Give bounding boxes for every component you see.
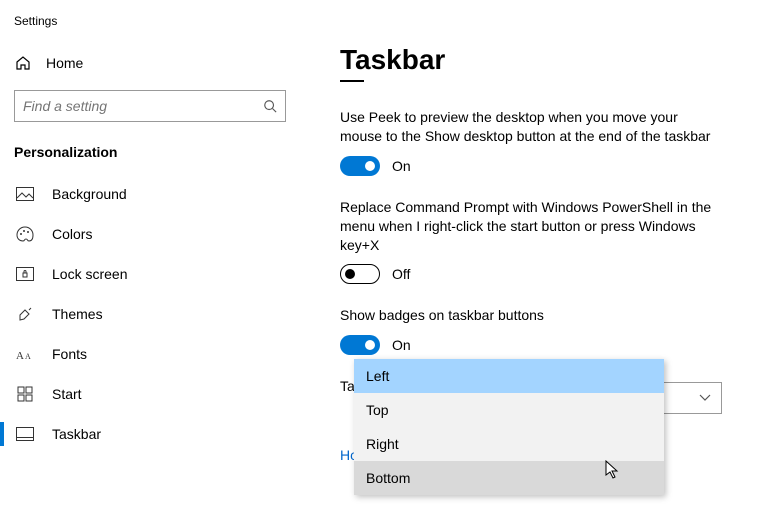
- page-title: Taskbar: [340, 44, 738, 76]
- sidebar-item-background[interactable]: Background: [0, 174, 300, 214]
- sidebar-item-fonts[interactable]: AA Fonts: [0, 334, 300, 374]
- image-icon: [16, 185, 34, 203]
- toggle-badges[interactable]: [340, 335, 380, 355]
- svg-text:A: A: [25, 352, 31, 361]
- sidebar-item-label: Themes: [52, 306, 103, 322]
- category-title: Personalization: [0, 138, 300, 174]
- setting-badges: Show badges on taskbar buttons On: [340, 306, 738, 355]
- sidebar-item-themes[interactable]: Themes: [0, 294, 300, 334]
- dropdown-option-right[interactable]: Right: [354, 427, 664, 461]
- setting-powershell: Replace Command Prompt with Windows Powe…: [340, 198, 738, 285]
- themes-icon: [16, 305, 34, 323]
- start-icon: [16, 385, 34, 403]
- search-icon: [263, 99, 277, 113]
- location-dropdown: Left Top Right Bottom: [354, 359, 664, 495]
- home-nav[interactable]: Home: [0, 46, 300, 80]
- setting-desc: Show badges on taskbar buttons: [340, 306, 720, 325]
- fonts-icon: AA: [16, 345, 34, 363]
- sidebar: Settings Home Personalization Background: [0, 0, 300, 523]
- sidebar-item-taskbar[interactable]: Taskbar: [0, 414, 300, 454]
- taskbar-icon: [16, 425, 34, 443]
- lockscreen-icon: [16, 265, 34, 283]
- svg-text:A: A: [16, 350, 24, 361]
- toggle-state: Off: [392, 266, 410, 282]
- toggle-state: On: [392, 337, 411, 353]
- sidebar-item-label: Taskbar: [52, 426, 101, 442]
- toggle-powershell[interactable]: [340, 264, 380, 284]
- setting-desc: Use Peek to preview the desktop when you…: [340, 108, 720, 146]
- palette-icon: [16, 225, 34, 243]
- sidebar-item-label: Start: [52, 386, 82, 402]
- sidebar-item-start[interactable]: Start: [0, 374, 300, 414]
- dropdown-option-left[interactable]: Left: [354, 359, 664, 393]
- sidebar-item-label: Fonts: [52, 346, 87, 362]
- sidebar-item-label: Colors: [52, 226, 92, 242]
- search-input[interactable]: [23, 98, 263, 114]
- sidebar-item-label: Background: [52, 186, 127, 202]
- sidebar-item-colors[interactable]: Colors: [0, 214, 300, 254]
- app-title: Settings: [0, 10, 300, 46]
- dropdown-option-bottom[interactable]: Bottom: [354, 461, 664, 495]
- toggle-state: On: [392, 158, 411, 174]
- toggle-peek[interactable]: [340, 156, 380, 176]
- dropdown-option-top[interactable]: Top: [354, 393, 664, 427]
- home-icon: [14, 54, 32, 72]
- search-box[interactable]: [14, 90, 286, 122]
- home-label: Home: [46, 55, 83, 71]
- setting-peek: Use Peek to preview the desktop when you…: [340, 108, 738, 176]
- setting-desc: Replace Command Prompt with Windows Powe…: [340, 198, 720, 255]
- title-underline: [340, 80, 364, 82]
- chevron-down-icon: [699, 394, 711, 402]
- sidebar-item-lockscreen[interactable]: Lock screen: [0, 254, 300, 294]
- sidebar-item-label: Lock screen: [52, 266, 127, 282]
